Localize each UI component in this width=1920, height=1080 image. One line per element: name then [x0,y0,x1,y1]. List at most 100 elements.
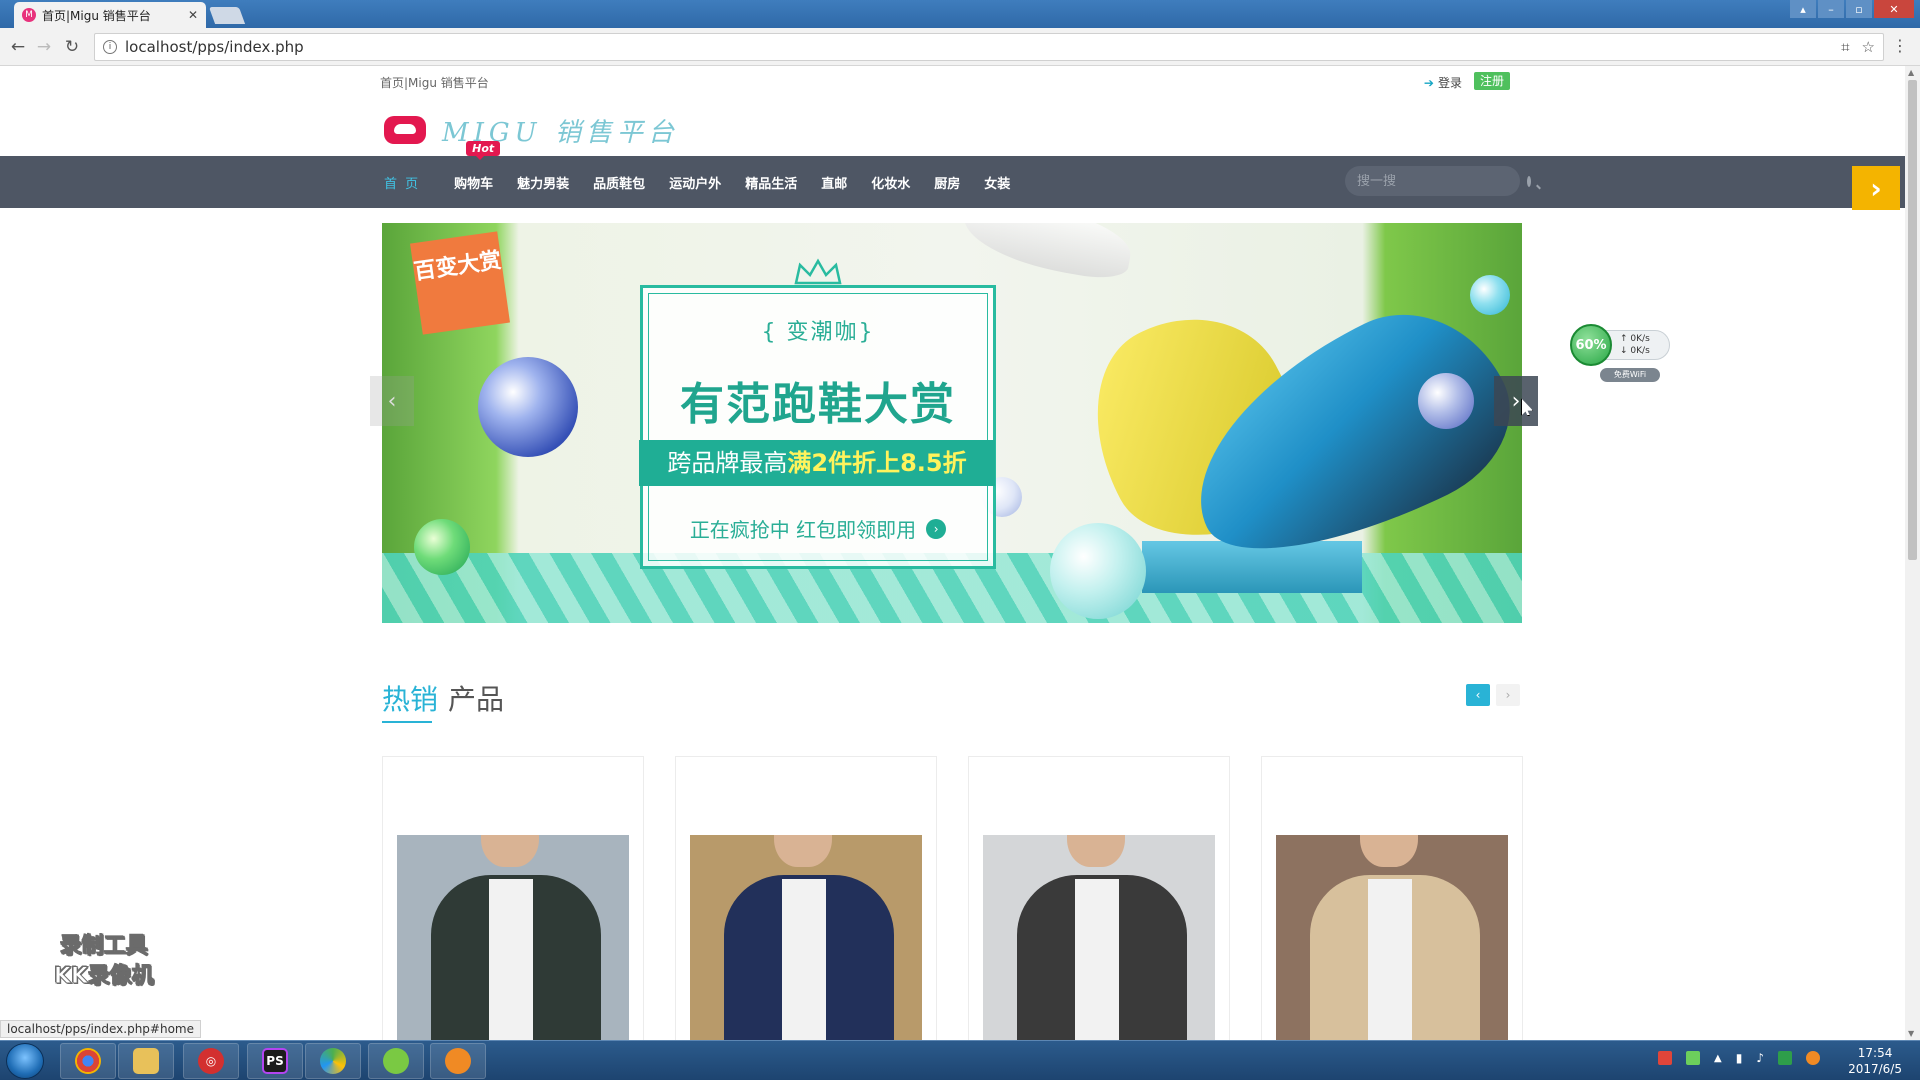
battery-icon[interactable] [1686,1051,1701,1065]
network-speed-widget[interactable]: 60% ↑ 0K/s ↓ 0K/s 免费WiFi [1570,324,1674,384]
nav-item-direct-mail[interactable]: 直邮 [821,173,847,192]
system-tray: ▲ ▮ ♪ [1658,1051,1820,1065]
free-wifi-label: 免费WiFi [1600,368,1660,382]
tray-expand-icon[interactable]: ▲ [1714,1053,1722,1064]
product-card[interactable] [675,756,937,1040]
tab-title: 首页|Migu 销售平台 [42,8,151,23]
promo-cta[interactable]: 正在疯抢中 红包即领即用 › [643,514,993,543]
promo-title: 有范跑鞋大赏 [680,379,956,430]
site-logo[interactable]: MIGU 销售平台 [384,110,679,150]
tab-close-icon[interactable]: ✕ [188,8,198,22]
recorder-watermark: 录制工具 KK录像机 [34,932,174,992]
browser-tab-active[interactable]: M 首页|Migu 销售平台 ✕ [14,2,206,28]
section-underline [382,721,432,723]
leaf-icon [383,1048,409,1074]
download-speed: 0K/s [1630,346,1650,356]
bookmark-star-icon[interactable]: ☆ [1862,38,1875,56]
scroll-up-icon[interactable]: ▲ [1908,68,1914,77]
reload-icon[interactable]: ↻ [60,35,84,59]
side-expand-chevron-icon[interactable]: › [1852,166,1900,210]
nav-menu: 首 页 Hot 购物车 魅力男装 品质鞋包 运动户外 精品生活 直邮 化妆水 厨… [384,140,1034,208]
phpstorm-icon: PS [262,1048,288,1074]
address-bar[interactable]: i localhost/pps/index.php ⌗ ☆ [94,33,1884,61]
decor-ball [414,519,470,575]
product-card[interactable] [1261,756,1523,1040]
taskbar-netease-music[interactable]: ◎ [183,1043,239,1079]
banner-tag: 百变大赏 [410,231,510,335]
nav-item-menswear[interactable]: 魅力男装 [517,173,569,192]
network-signal-icon[interactable]: ▮ [1736,1051,1743,1065]
taskbar-chrome[interactable] [60,1043,116,1079]
banner-prev-chevron-icon[interactable]: ‹ [370,376,414,426]
start-button[interactable] [6,1043,44,1079]
watermark-line2: KK录像机 [53,964,155,990]
security-icon[interactable] [1778,1051,1792,1065]
login-icon: ➔ [1423,75,1434,90]
forward-arrow-icon[interactable]: → [32,35,56,59]
search-input[interactable] [1357,173,1527,189]
clock-date: 2017/6/5 [1848,1062,1902,1076]
promo-subtitle: { 变潮咖} [761,320,875,345]
taskbar-phpstorm[interactable]: PS [247,1043,303,1079]
products-next-chevron-icon[interactable]: › [1496,684,1520,706]
user-icon[interactable]: ▴ [1790,0,1816,18]
browser-menu-icon[interactable]: ⋮ [1892,36,1908,55]
minimize-icon[interactable]: – [1818,0,1844,18]
nav-item-kitchen[interactable]: 厨房 [934,173,960,192]
site-info-icon[interactable]: i [103,40,117,54]
nav-search-box [1345,166,1531,196]
qq-icon[interactable] [1806,1051,1820,1065]
search-icon[interactable] [1527,175,1531,187]
nav-item-cart[interactable]: Hot 购物车 [454,140,501,192]
product-card[interactable] [968,756,1230,1040]
register-button[interactable]: 注册 [1473,72,1510,90]
volume-icon[interactable]: ♪ [1756,1051,1764,1065]
taskbar-recorder[interactable] [430,1043,486,1079]
decor-ball [1418,373,1474,429]
browser-tabstrip: M 首页|Migu 销售平台 ✕ ▴ – ▫ ✕ [0,0,1920,28]
taskbar-app-green[interactable] [368,1043,424,1079]
sogou-ime-icon[interactable] [1658,1051,1673,1065]
hero-banner[interactable]: 百变大赏 { 变潮咖} 有范跑鞋大赏 跨品牌最高满2件折上8.5折 正在疯抢中 … [382,223,1522,623]
nav-item-lifestyle[interactable]: 精品生活 [745,173,797,192]
upload-speed: 0K/s [1630,334,1650,344]
products-prev-chevron-icon[interactable]: ‹ [1466,684,1490,706]
section-title: 热销 产品 [382,678,504,718]
section-title-rest: 产品 [448,683,505,716]
nav-item-home[interactable]: 首 页 [384,173,420,192]
nav-item-womenswear[interactable]: 女装 [984,173,1010,192]
hot-badge: Hot [466,140,501,160]
product-image[interactable] [397,835,629,1040]
nav-item-toner[interactable]: 化妆水 [871,173,910,192]
scroll-down-icon[interactable]: ▼ [1908,1029,1914,1038]
breadcrumb: 首页|Migu 销售平台 [380,76,489,90]
clock-time: 17:54 [1857,1046,1893,1060]
new-tab-button[interactable] [208,7,246,24]
banner-next-chevron-icon[interactable]: › [1494,376,1538,426]
taskbar-clock[interactable]: 17:54 2017/6/5 [1848,1045,1902,1077]
maximize-icon[interactable]: ▫ [1846,0,1872,18]
migu-favicon-icon: M [22,8,36,22]
product-card[interactable] [382,756,644,1040]
page-scrollbar[interactable]: ▲ ▼ [1905,66,1920,1040]
nav-item-sports-outdoor[interactable]: 运动户外 [669,173,721,192]
taskbar-browser[interactable] [305,1043,361,1079]
folder-icon [133,1048,159,1074]
scroll-thumb[interactable] [1908,80,1917,560]
taskbar-explorer[interactable] [118,1043,174,1079]
product-image[interactable] [690,835,922,1040]
login-link[interactable]: ➔ 登录 [1424,74,1462,91]
crown-icon [794,258,842,285]
cta-arrow-icon: › [926,518,947,539]
product-image[interactable] [1276,835,1508,1040]
net-usage-circle: 60% [1570,324,1612,366]
back-arrow-icon[interactable]: ← [6,35,30,59]
chrome-icon [75,1048,101,1074]
promo-box: { 变潮咖} 有范跑鞋大赏 跨品牌最高满2件折上8.5折 正在疯抢中 红包即领即… [639,285,996,569]
translate-icon[interactable]: ⌗ [1841,38,1849,56]
product-image[interactable] [983,835,1215,1040]
window-close-icon[interactable]: ✕ [1874,0,1914,18]
recorder-icon [445,1048,471,1074]
nav-item-shoes-bags[interactable]: 品质鞋包 [593,173,645,192]
watermark-line1: 录制工具 [59,934,148,960]
